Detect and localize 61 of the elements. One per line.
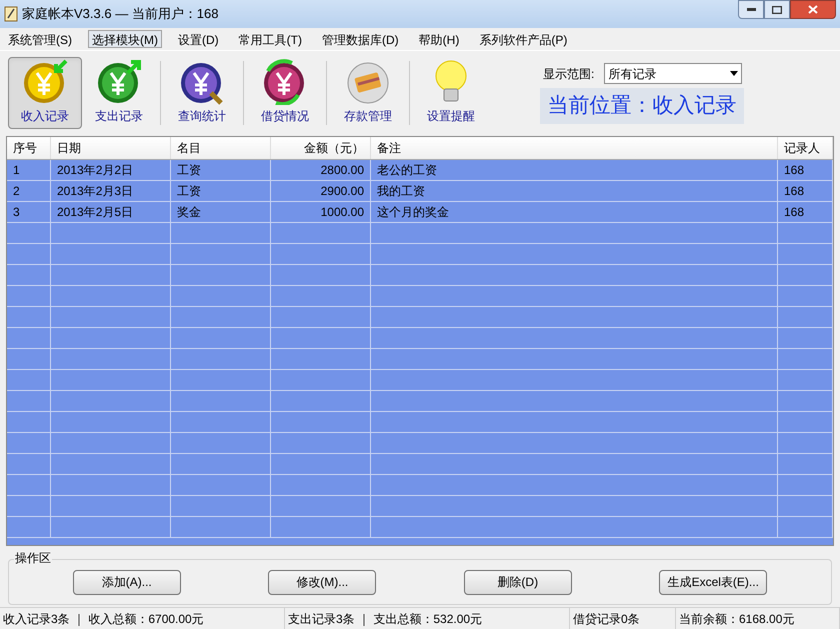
toolbar-button[interactable]: 查询统计 (165, 56, 239, 128)
table-cell: 老公的工资 (371, 160, 778, 180)
coin-arrow-icon (22, 58, 68, 104)
column-header[interactable]: 名目 (171, 137, 271, 159)
maximize-button[interactable] (764, 0, 790, 19)
minimize-icon (746, 8, 756, 11)
table-cell: 1 (7, 160, 51, 180)
table-cell: 工资 (171, 160, 271, 180)
coin-arrow-icon (96, 58, 142, 104)
status-text: 当前余额：6168.00元 (676, 608, 840, 629)
table-cell: 2900.00 (271, 181, 371, 201)
location-banner: 当前位置：收入记录 (540, 88, 744, 124)
column-header[interactable]: 记录人 (778, 137, 833, 159)
card-icon (346, 60, 390, 104)
toolbar-button[interactable]: 收入记录 (8, 56, 82, 128)
action-button[interactable]: 生成Excel表(E)... (659, 570, 768, 594)
table-cell: 3 (7, 202, 51, 222)
table-cell: 2013年2月3日 (51, 181, 171, 201)
menu-item[interactable]: 选择模块(M) (88, 30, 162, 48)
close-button[interactable] (790, 0, 836, 19)
minimize-button[interactable] (738, 0, 764, 19)
column-header[interactable]: 备注 (371, 137, 778, 159)
table-cell: 1000.00 (271, 202, 371, 222)
menu-item[interactable]: 系统管理(S) (4, 30, 76, 48)
table-cell: 奖金 (171, 202, 271, 222)
status-text: 收入记录3条 ｜ 收入总额：6700.00元 (0, 608, 285, 629)
toolbar-button[interactable]: 支出记录 (82, 56, 156, 128)
notebook-icon (4, 6, 18, 22)
dropdown-caret-icon (730, 71, 738, 76)
menu-item[interactable]: 常用工具(T) (234, 30, 306, 48)
panel-title: 操作区 (14, 551, 52, 565)
table-cell: 这个月的奖金 (371, 202, 778, 222)
status-text: 借贷记录0条 (570, 608, 676, 629)
table-cell: 2013年2月5日 (51, 202, 171, 222)
menu-item[interactable]: 帮助(H) (414, 30, 464, 48)
action-button[interactable]: 添加(A)... (72, 570, 181, 594)
menu-item[interactable]: 管理数据库(D) (318, 30, 403, 48)
toolbar-button[interactable]: 设置提醒 (414, 56, 488, 128)
table-cell: 工资 (171, 181, 271, 201)
column-header[interactable]: 金额（元） (271, 137, 371, 159)
action-button[interactable]: 修改(M)... (268, 570, 376, 594)
close-icon (808, 5, 818, 14)
table-cell: 168 (778, 202, 833, 222)
toolbar-button[interactable]: 借贷情况 (248, 56, 322, 128)
table-cell: 2800.00 (271, 160, 371, 180)
status-text: 支出记录3条 ｜ 支出总额：532.00元 (285, 608, 570, 629)
table-cell: 2013年2月2日 (51, 160, 171, 180)
table-cell: 我的工资 (371, 181, 778, 201)
action-button[interactable]: 删除(D) (464, 570, 572, 594)
window-title: 家庭帐本V3.3.6 — 当前用户：168 (22, 5, 218, 24)
column-header[interactable]: 序号 (7, 137, 51, 159)
range-label: 显示范围: (543, 66, 594, 82)
table-cell: 168 (778, 181, 833, 201)
menu-item[interactable]: 设置(D) (174, 30, 223, 48)
range-dropdown[interactable]: 所有记录 (604, 63, 742, 84)
maximize-icon (772, 6, 782, 14)
menu-item[interactable]: 系列软件产品(P) (475, 30, 572, 48)
table-cell: 2 (7, 181, 51, 201)
table-cell: 168 (778, 160, 833, 180)
column-header[interactable]: 日期 (51, 137, 171, 159)
toolbar-button[interactable]: 存款管理 (331, 56, 405, 128)
